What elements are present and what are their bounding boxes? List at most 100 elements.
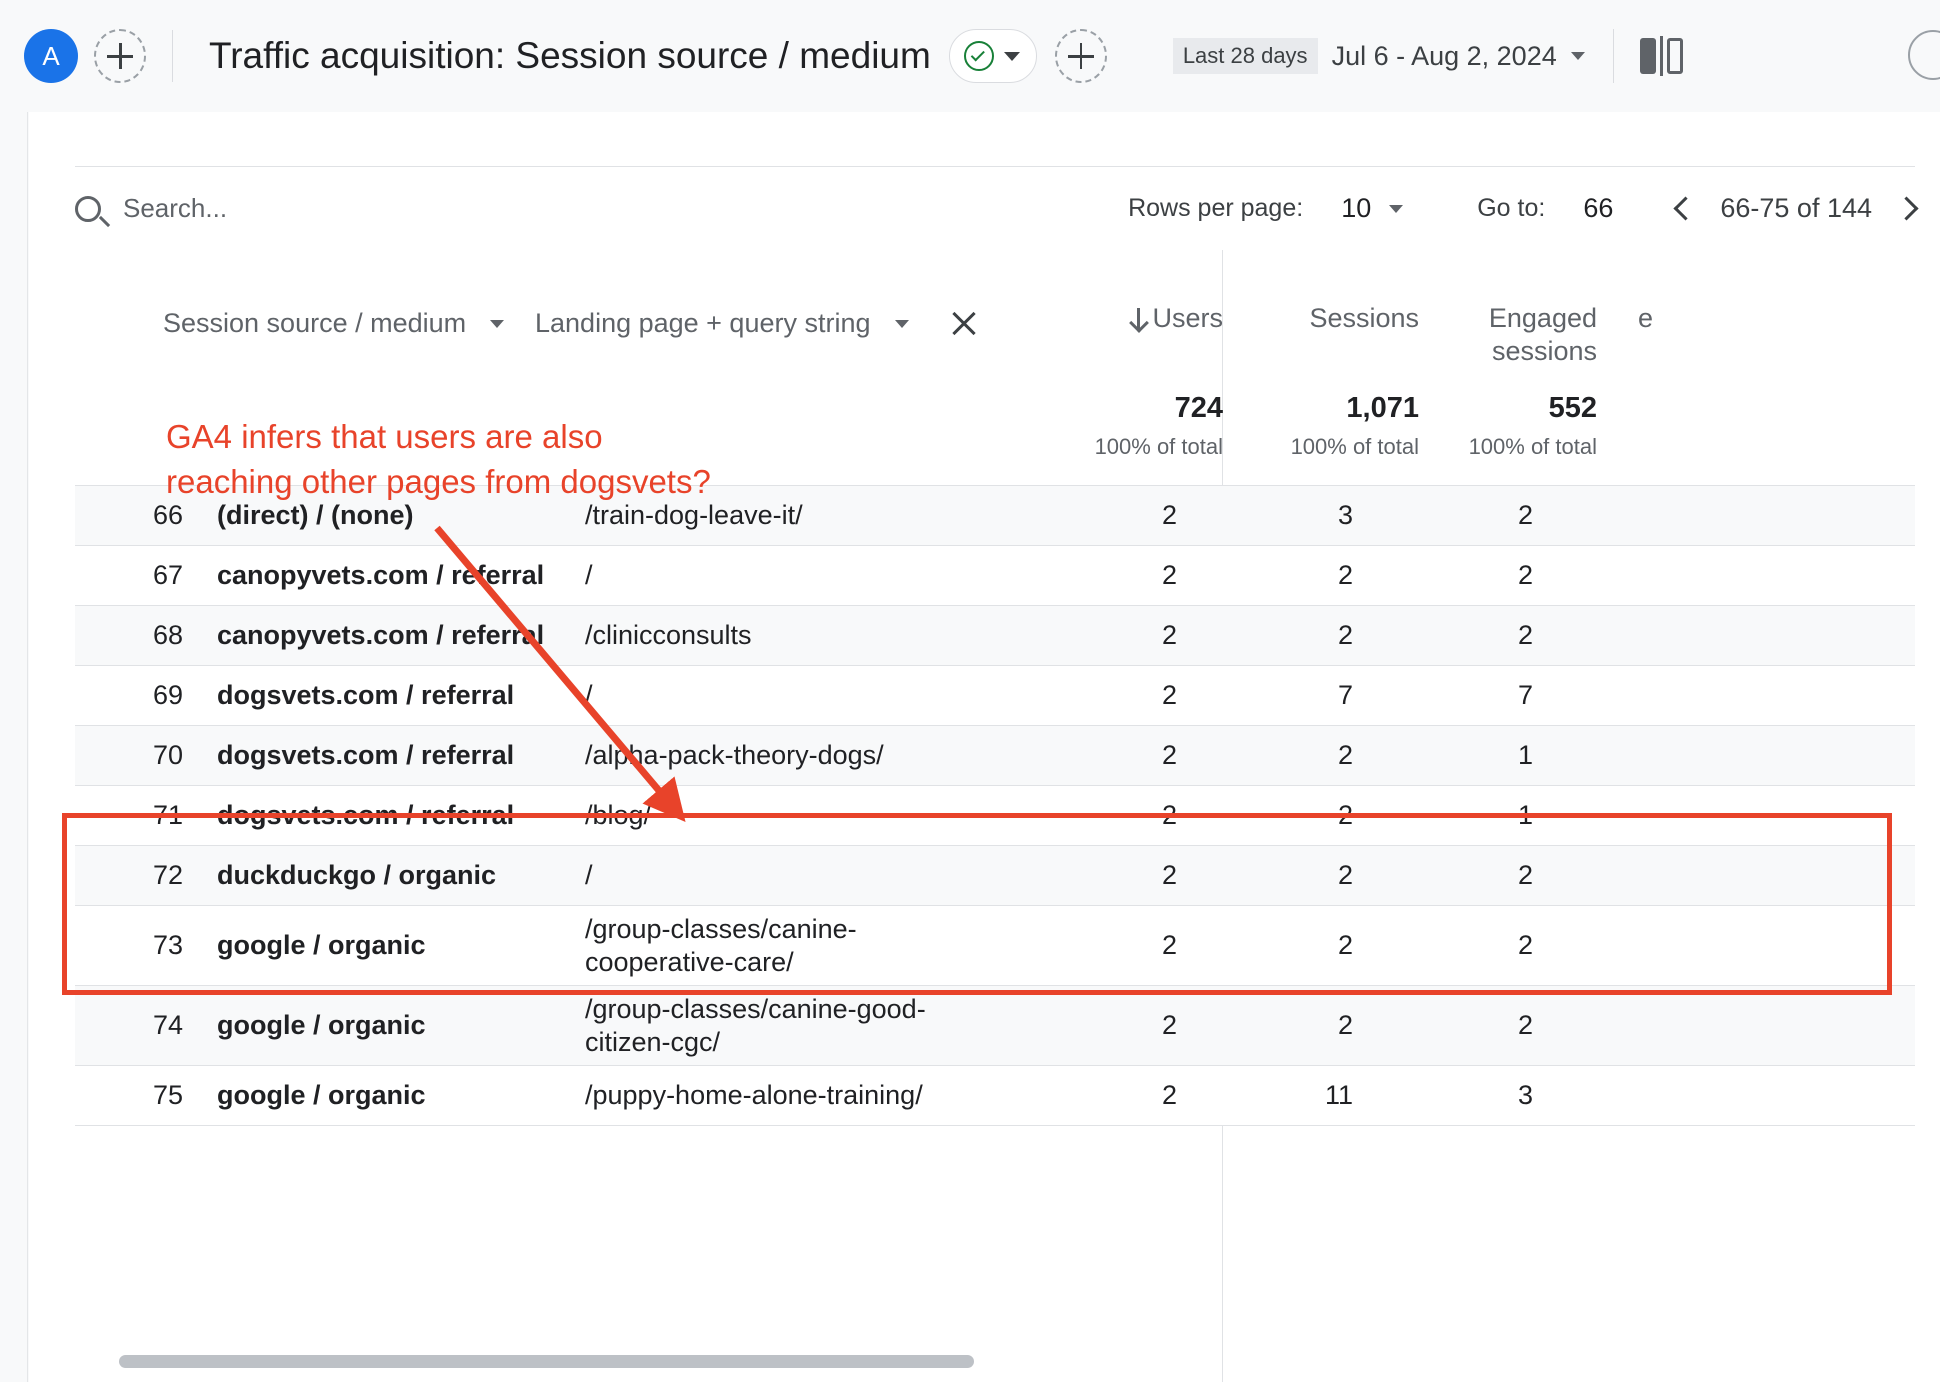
close-icon[interactable]: [951, 311, 977, 337]
total-engaged-subtext: 100% of total: [1468, 434, 1597, 459]
cell-engaged-sessions: 2: [1517, 620, 1533, 650]
arrow-down-icon: [1137, 308, 1141, 330]
compare-columns-icon[interactable]: [1639, 36, 1683, 76]
report-card: Rows per page: 10 Go to: 66 66-75 of 144…: [29, 112, 1940, 1382]
dimension-1-label: Session source / medium: [163, 308, 467, 338]
cell-sessions: 3: [1337, 500, 1353, 530]
cell-session-source-medium: google / organic: [217, 1010, 426, 1040]
add-filter-button[interactable]: [1054, 29, 1107, 83]
total-sessions-value: 1,071: [1346, 392, 1419, 424]
cell-landing-page: /group-classes/canine-good-citizen-cgc/: [585, 994, 926, 1057]
cell-landing-page: /: [585, 560, 593, 591]
table-row[interactable]: 67 canopyvets.com / referral / 2 2 2: [75, 546, 1915, 606]
total-sessions: 1,071 100% of total: [1237, 392, 1419, 460]
plus-icon: [1067, 43, 1094, 69]
chevron-down-icon[interactable]: [490, 319, 505, 328]
cell-sessions: 2: [1337, 740, 1353, 770]
divider: [172, 30, 173, 82]
table-row[interactable]: 74 google / organic/group-classes/canine-…: [75, 986, 1915, 1066]
total-sessions-subtext: 100% of total: [1290, 434, 1419, 459]
total-engaged-sessions: 552 100% of total: [1415, 392, 1597, 460]
go-to-input[interactable]: 66: [1583, 193, 1613, 224]
row-index: 68: [152, 620, 183, 650]
edge-action-icon[interactable]: [1908, 30, 1940, 80]
go-to-label: Go to:: [1477, 194, 1546, 222]
cell-users: 2: [1161, 1010, 1177, 1040]
data-quality-chip[interactable]: [948, 29, 1037, 83]
horizontal-scrollbar[interactable]: [119, 1355, 974, 1368]
row-index: 75: [152, 1080, 183, 1110]
column-header-sessions[interactable]: Sessions: [1257, 302, 1419, 335]
row-index: 70: [152, 740, 183, 770]
annotation-highlight-box: [62, 813, 1892, 995]
cell-session-source-medium: dogsvets.com / referral: [217, 680, 515, 710]
search-box[interactable]: [75, 193, 643, 224]
divider: [1612, 29, 1614, 83]
cell-landing-page: /alpha-pack-theory-dogs/: [585, 740, 884, 771]
search-input[interactable]: [123, 193, 643, 224]
pagination-range: 66-75 of 144: [1720, 193, 1872, 223]
cell-engaged-sessions: 3: [1517, 1080, 1533, 1110]
chevron-down-icon[interactable]: [894, 319, 909, 328]
cell-engaged-sessions: 2: [1517, 560, 1533, 590]
column-header-users-label: Users: [1152, 303, 1223, 333]
table-row[interactable]: 70 dogsvets.com / referral/alpha-pack-the…: [75, 726, 1915, 786]
cell-users: 2: [1161, 500, 1177, 530]
table-toolbar: Rows per page: 10 Go to: 66 66-75 of 144: [75, 166, 1919, 250]
ga4-traffic-acquisition-report: A Traffic acquisition: Session source / …: [0, 0, 1940, 1382]
chevron-down-icon[interactable]: [1003, 51, 1020, 61]
annotation-text: GA4 infers that users are also reaching …: [166, 418, 711, 500]
pagination-controls: Rows per page: 10 Go to: 66 66-75 of 144: [1128, 193, 1919, 224]
row-index: 67: [152, 560, 183, 590]
cell-users: 2: [1161, 680, 1177, 710]
table-row[interactable]: 68 canopyvets.com / referral/clinicconsul…: [75, 606, 1915, 666]
column-header-users[interactable]: Users: [1075, 302, 1223, 335]
search-icon: [75, 195, 101, 222]
top-bar: A Traffic acquisition: Session source / …: [0, 0, 1940, 112]
chevron-down-icon[interactable]: [1570, 52, 1585, 60]
avatar[interactable]: A: [24, 29, 78, 83]
cell-session-source-medium: dogsvets.com / referral: [217, 740, 515, 770]
cell-sessions: 7: [1337, 680, 1353, 710]
cell-engaged-sessions: 2: [1517, 1010, 1533, 1040]
date-range-value: Jul 6 - Aug 2, 2024: [1331, 40, 1557, 71]
dimension-selector-secondary[interactable]: Landing page + query string: [535, 308, 977, 339]
chevron-left-icon[interactable]: [1673, 196, 1698, 221]
cell-session-source-medium: canopyvets.com / referral: [217, 560, 545, 590]
dimension-selector-primary[interactable]: Session source / medium: [163, 308, 505, 339]
cell-users: 2: [1161, 740, 1177, 770]
table-row[interactable]: 69 dogsvets.com / referral / 2 7 7: [75, 666, 1915, 726]
cell-users: 2: [1161, 560, 1177, 590]
total-users-subtext: 100% of total: [1094, 434, 1223, 459]
cell-users: 2: [1161, 620, 1177, 650]
table-body: 66 (direct) / (none)/train-dog-leave-it/2…: [75, 486, 1915, 1126]
row-index: 74: [152, 1010, 183, 1040]
cell-landing-page: /: [585, 680, 593, 711]
check-circle-icon: [963, 41, 994, 71]
cell-engaged-sessions: 1: [1517, 740, 1533, 770]
page-title: Traffic acquisition: Session source / me…: [209, 35, 931, 76]
chevron-down-icon[interactable]: [1389, 204, 1404, 213]
table-row[interactable]: 75 google / organic/puppy-home-alone-trai…: [75, 1066, 1915, 1126]
dimension-2-label: Landing page + query string: [535, 308, 871, 338]
cell-landing-page: /puppy-home-alone-training/: [585, 1080, 923, 1111]
add-comparison-button[interactable]: [94, 29, 146, 83]
column-header-truncated: e: [1637, 303, 1653, 333]
cell-sessions: 11: [1324, 1080, 1353, 1110]
date-range-picker[interactable]: Last 28 days Jul 6 - Aug 2, 2024: [1172, 38, 1585, 74]
cell-sessions: 2: [1337, 1010, 1353, 1040]
cell-sessions: 2: [1337, 560, 1353, 590]
cell-session-source-medium: google / organic: [217, 1080, 426, 1110]
chevron-right-icon[interactable]: [1894, 196, 1919, 221]
cell-landing-page: /clinicconsults: [585, 620, 752, 651]
rows-per-page-label: Rows per page:: [1128, 194, 1304, 222]
column-header-engaged-sessions[interactable]: Engaged sessions: [1435, 302, 1597, 368]
cell-session-source-medium: canopyvets.com / referral: [217, 620, 545, 650]
cell-engaged-sessions: 7: [1517, 680, 1533, 710]
total-users-value: 724: [1174, 392, 1223, 424]
cell-sessions: 2: [1337, 620, 1353, 650]
rows-per-page-value[interactable]: 10: [1341, 193, 1371, 224]
left-rail: [0, 112, 28, 1382]
date-preset-badge: Last 28 days: [1172, 38, 1318, 74]
cell-engaged-sessions: 2: [1517, 500, 1533, 530]
